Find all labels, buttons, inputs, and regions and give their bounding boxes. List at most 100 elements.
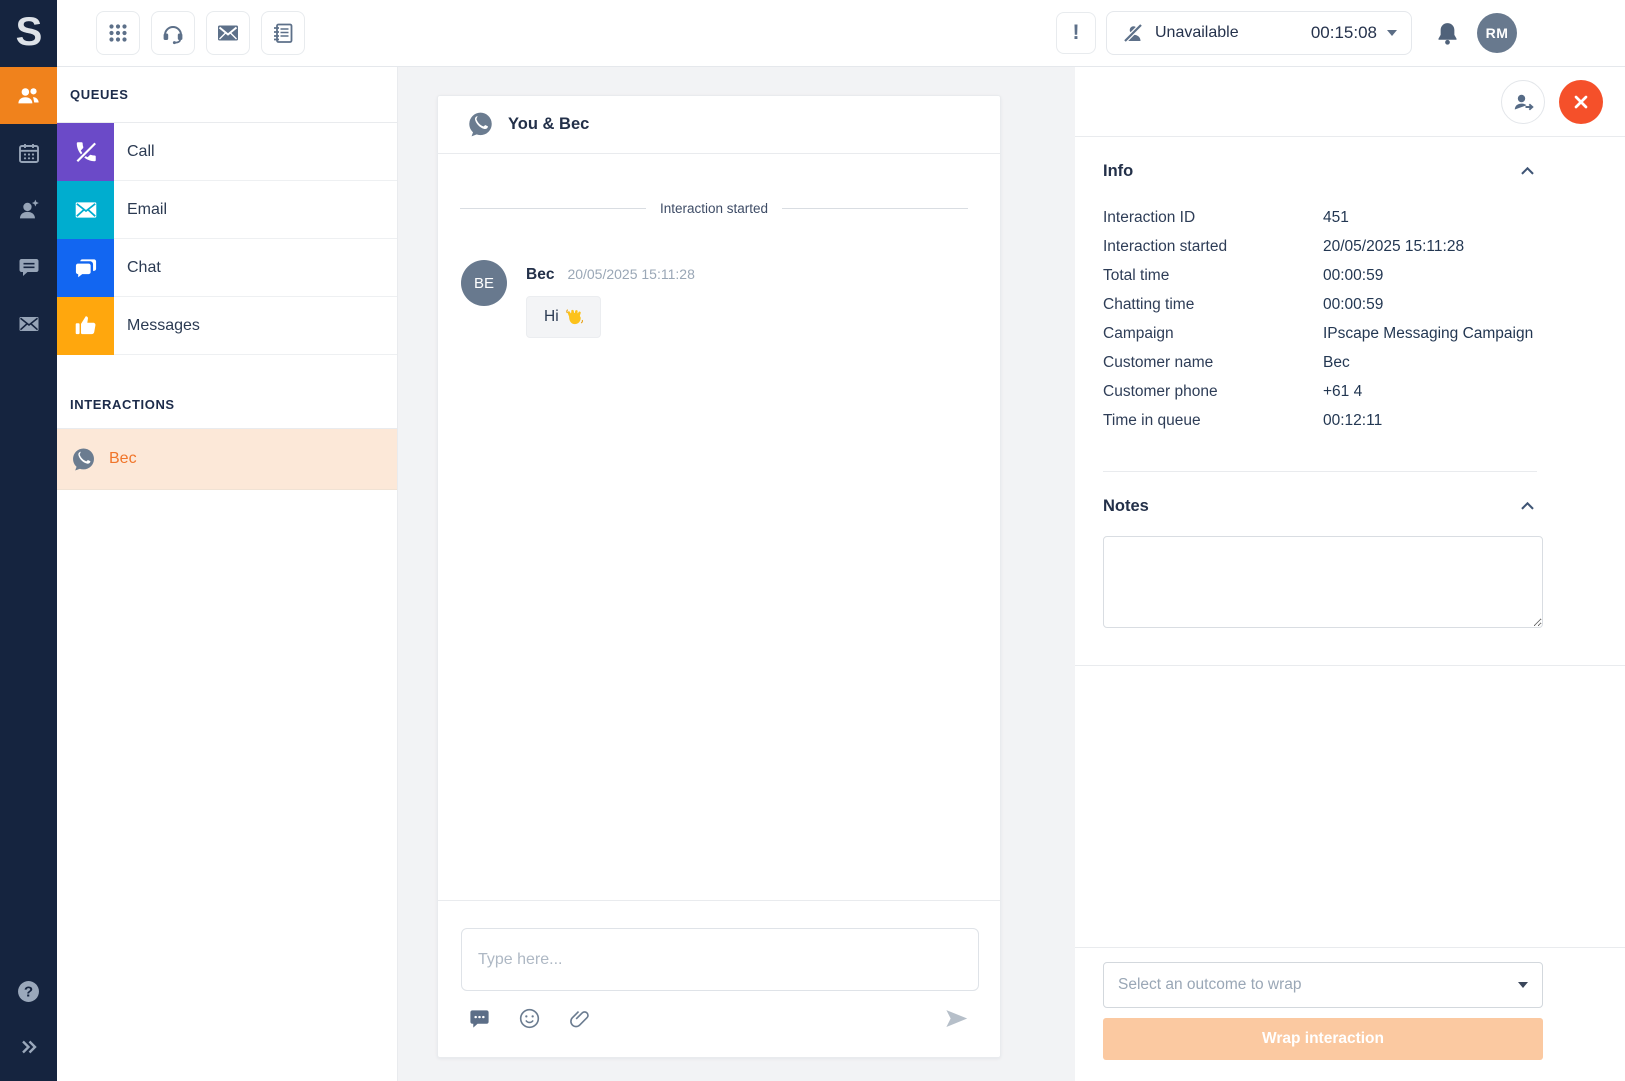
chat-message-area: Interaction started BE Bec 20/05/2025 15… bbox=[438, 154, 1000, 959]
queue-label: Email bbox=[127, 201, 167, 219]
interactions-title: INTERACTIONS bbox=[70, 397, 175, 412]
interaction-label: Bec bbox=[109, 450, 137, 468]
user-avatar[interactable]: RM bbox=[1477, 13, 1517, 53]
info-row: Total time 00:00:59 bbox=[1103, 261, 1537, 290]
message-content: Bec 20/05/2025 15:11:28 Hi bbox=[526, 260, 695, 338]
notifications-button[interactable] bbox=[1434, 20, 1461, 47]
notebook-icon bbox=[271, 21, 295, 45]
rail-bottom: ? bbox=[0, 978, 57, 1081]
chat-composer bbox=[438, 900, 1000, 1057]
status-timer: 00:15:08 bbox=[1311, 23, 1377, 43]
messages-queue-icon-box bbox=[57, 297, 114, 355]
help-icon: ? bbox=[15, 978, 42, 1005]
brand-logo: S bbox=[0, 0, 57, 67]
smiley-icon bbox=[518, 1007, 541, 1030]
outcome-select[interactable]: Select an outcome to wrap bbox=[1103, 962, 1543, 1008]
notes-textarea[interactable] bbox=[1103, 536, 1543, 628]
topbar-right: ! Unavailable 00:15:08 RM bbox=[1056, 11, 1517, 55]
transfer-button[interactable] bbox=[1501, 80, 1545, 124]
info-label: Interaction ID bbox=[1103, 203, 1323, 232]
queue-item-chat[interactable]: Chat bbox=[57, 239, 397, 297]
queue-label: Messages bbox=[127, 317, 200, 335]
close-icon bbox=[1571, 92, 1591, 112]
double-chevron-right-icon bbox=[17, 1035, 41, 1059]
expand-rail-button[interactable] bbox=[17, 1035, 41, 1059]
envelope-icon bbox=[73, 197, 99, 223]
info-value: +61 4 bbox=[1323, 377, 1362, 406]
wrap-area: Select an outcome to wrap Wrap interacti… bbox=[1075, 947, 1625, 1060]
message-input[interactable] bbox=[461, 928, 979, 991]
nav-item-contacts[interactable] bbox=[0, 181, 57, 238]
whatsapp-icon bbox=[466, 110, 495, 139]
alert-button[interactable]: ! bbox=[1056, 12, 1096, 54]
grid-icon bbox=[106, 21, 130, 45]
nav-item-agent-workspace[interactable] bbox=[0, 67, 57, 124]
queue-item-email[interactable]: Email bbox=[57, 181, 397, 239]
section-divider bbox=[1075, 665, 1625, 666]
person-star-icon bbox=[16, 197, 41, 222]
notes-section-header: Notes bbox=[1103, 472, 1537, 516]
log-button[interactable] bbox=[261, 11, 305, 55]
agent-unavailable-icon bbox=[1121, 21, 1145, 45]
info-row: Customer phone +61 4 bbox=[1103, 377, 1537, 406]
send-message-button[interactable] bbox=[943, 1005, 970, 1032]
headset-button[interactable] bbox=[151, 11, 195, 55]
interaction-item-bec[interactable]: Bec bbox=[57, 429, 397, 490]
divider-line bbox=[782, 208, 968, 209]
brand-logo-icon: S bbox=[9, 10, 49, 56]
nav-item-chat[interactable] bbox=[0, 238, 57, 295]
info-section-header: Info bbox=[1103, 137, 1537, 181]
people-icon bbox=[16, 83, 41, 108]
nav-item-schedule[interactable] bbox=[0, 124, 57, 181]
info-title: Info bbox=[1103, 162, 1133, 181]
waving-hand-emoji bbox=[565, 308, 583, 326]
canned-responses-button[interactable] bbox=[468, 1007, 491, 1030]
email-button[interactable] bbox=[206, 11, 250, 55]
info-label: Customer name bbox=[1103, 348, 1323, 377]
message-text: Hi bbox=[544, 308, 559, 326]
email-queue-icon-box bbox=[57, 181, 114, 239]
chevron-down-icon bbox=[1518, 982, 1528, 988]
composer-toolbar bbox=[468, 1005, 970, 1032]
collapse-info-button[interactable] bbox=[1518, 162, 1537, 181]
dialpad-button[interactable] bbox=[96, 11, 140, 55]
detail-actions bbox=[1075, 67, 1625, 137]
chevron-up-icon bbox=[1518, 497, 1537, 516]
message-timestamp: 20/05/2025 15:11:28 bbox=[567, 266, 694, 282]
info-label: Customer phone bbox=[1103, 377, 1323, 406]
top-bar: S bbox=[0, 0, 1625, 67]
system-event-divider: Interaction started bbox=[460, 201, 968, 216]
info-row: Chatting time 00:00:59 bbox=[1103, 290, 1537, 319]
info-section: Info Interaction ID 451 Interaction star… bbox=[1075, 137, 1625, 472]
nav-item-email[interactable] bbox=[0, 295, 57, 352]
wrap-interaction-button[interactable]: Wrap interaction bbox=[1103, 1018, 1543, 1060]
message-avatar: BE bbox=[461, 260, 507, 306]
interactions-header: INTERACTIONS bbox=[57, 355, 397, 429]
left-nav-rail: ? bbox=[0, 67, 57, 1081]
svg-text:?: ? bbox=[24, 984, 33, 1001]
queues-title: QUEUES bbox=[70, 87, 129, 102]
emoji-button[interactable] bbox=[518, 1007, 541, 1030]
whatsapp-icon bbox=[70, 446, 97, 473]
notes-section: Notes bbox=[1075, 472, 1625, 516]
send-icon bbox=[943, 1005, 970, 1032]
queue-label: Chat bbox=[127, 259, 161, 277]
attach-file-button[interactable] bbox=[568, 1007, 591, 1030]
help-button[interactable]: ? bbox=[15, 978, 42, 1005]
paperclip-icon bbox=[568, 1007, 591, 1030]
chat-title: You & Bec bbox=[508, 115, 589, 134]
queue-item-call[interactable]: Call bbox=[57, 123, 397, 181]
collapse-notes-button[interactable] bbox=[1518, 497, 1537, 516]
queue-item-messages[interactable]: Messages bbox=[57, 297, 397, 355]
calendar-icon bbox=[17, 141, 41, 165]
chevron-up-icon bbox=[1518, 162, 1537, 181]
queues-panel: QUEUES Call Email Chat bbox=[57, 67, 398, 1081]
divider-line bbox=[460, 208, 646, 209]
status-label: Unavailable bbox=[1155, 24, 1239, 42]
bell-icon bbox=[1434, 20, 1461, 47]
agent-status-selector[interactable]: Unavailable 00:15:08 bbox=[1106, 11, 1412, 55]
close-interaction-button[interactable] bbox=[1559, 80, 1603, 124]
transfer-person-icon bbox=[1511, 90, 1535, 114]
chat-header: You & Bec bbox=[438, 96, 1000, 154]
rail-spacer bbox=[0, 352, 57, 978]
